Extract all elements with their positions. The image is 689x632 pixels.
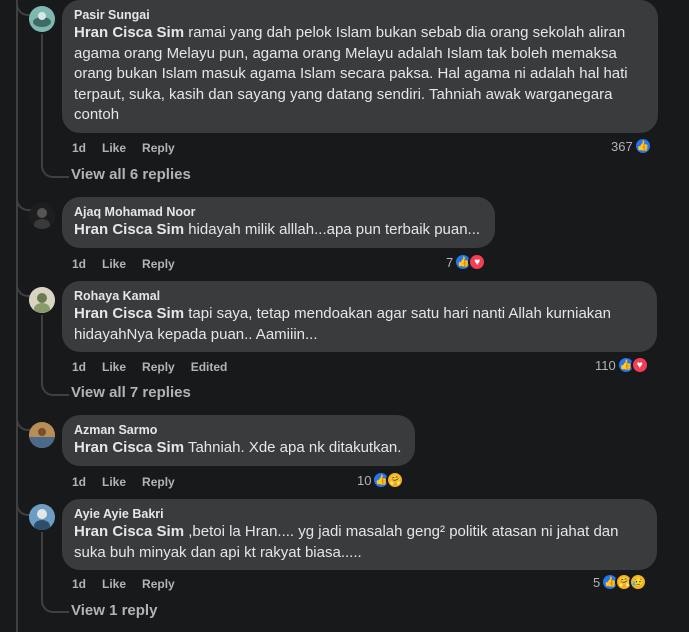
reaction-count: 5 bbox=[593, 574, 601, 590]
comment-time[interactable]: 1d bbox=[72, 359, 86, 375]
view-replies-link[interactable]: View all 6 replies bbox=[71, 165, 191, 185]
comment-bubble: Rohaya Kamal Hran Cisca Sim tapi saya, t… bbox=[62, 281, 657, 352]
like-button[interactable]: Like bbox=[102, 474, 126, 490]
reply-thread-line bbox=[41, 532, 43, 598]
love-reaction-icon: ♥ bbox=[468, 253, 487, 271]
reply-button[interactable]: Reply bbox=[142, 474, 175, 490]
love-reaction-icon: ♥ bbox=[630, 356, 649, 374]
reply-thread-line bbox=[41, 315, 43, 381]
comment-time[interactable]: 1d bbox=[72, 576, 86, 592]
reply-thread-curve bbox=[41, 380, 69, 396]
comment-bubble: Ayie Ayie Bakri Hran Cisca Sim ,betoi la… bbox=[62, 499, 657, 570]
reaction-count: 110 bbox=[595, 357, 616, 373]
avatar[interactable] bbox=[29, 422, 55, 448]
like-button[interactable]: Like bbox=[102, 359, 126, 375]
avatar-image bbox=[29, 504, 55, 530]
comment-body: Tahniah. Xde apa nk ditakutkan. bbox=[184, 439, 402, 456]
avatar[interactable] bbox=[29, 203, 55, 229]
care-reaction-icon: 🤗 bbox=[386, 471, 405, 489]
reply-button[interactable]: Reply bbox=[142, 256, 175, 272]
reaction-summary[interactable]: 10 👍 🤗 bbox=[357, 471, 405, 489]
reply-button[interactable]: Reply bbox=[142, 576, 175, 592]
mention-tag[interactable]: Hran Cisca Sim bbox=[74, 305, 184, 322]
comment-time[interactable]: 1d bbox=[72, 140, 86, 156]
comment-actions: 1d Like Reply bbox=[72, 576, 191, 592]
reply-thread-curve bbox=[41, 597, 69, 613]
comment-author[interactable]: Pasir Sungai bbox=[74, 7, 646, 23]
reaction-count: 7 bbox=[446, 254, 454, 270]
reaction-summary[interactable]: 367 👍 bbox=[611, 137, 652, 155]
avatar-image bbox=[29, 287, 55, 313]
sad-reaction-icon: 😥 bbox=[629, 573, 648, 591]
comment-bubble: Ajaq Mohamad Noor Hran Cisca Sim hidayah… bbox=[62, 197, 495, 248]
reaction-summary[interactable]: 7 👍 ♥ bbox=[446, 253, 487, 271]
like-button[interactable]: Like bbox=[102, 256, 126, 272]
avatar[interactable] bbox=[29, 504, 55, 530]
comment-author[interactable]: Rohaya Kamal bbox=[74, 288, 645, 304]
comment-author[interactable]: Azman Sarmo bbox=[74, 422, 403, 438]
comment-actions: 1d Like Reply Edited bbox=[72, 359, 243, 375]
comment-author[interactable]: Ayie Ayie Bakri bbox=[74, 506, 645, 522]
thread-line bbox=[16, 0, 18, 632]
view-replies-link[interactable]: View all 7 replies bbox=[71, 383, 191, 403]
reply-button[interactable]: Reply bbox=[142, 359, 175, 375]
comment-text: Hran Cisca Sim tapi saya, tetap mendoaka… bbox=[74, 304, 645, 345]
reply-thread-line bbox=[41, 34, 43, 168]
comment-text: Hran Cisca Sim ,betoi la Hran.... yg jad… bbox=[74, 522, 645, 563]
like-button[interactable]: Like bbox=[102, 576, 126, 592]
mention-tag[interactable]: Hran Cisca Sim bbox=[74, 24, 184, 41]
comment-time[interactable]: 1d bbox=[72, 474, 86, 490]
comment-body: hidayah milik alllah...apa pun terbaik p… bbox=[184, 221, 481, 238]
comment-actions: 1d Like Reply bbox=[72, 140, 191, 156]
comment-time[interactable]: 1d bbox=[72, 256, 86, 272]
mention-tag[interactable]: Hran Cisca Sim bbox=[74, 523, 184, 540]
comment-text: Hran Cisca Sim hidayah milik alllah...ap… bbox=[74, 220, 483, 241]
mention-tag[interactable]: Hran Cisca Sim bbox=[74, 221, 184, 238]
edited-label: Edited bbox=[190, 360, 228, 374]
like-button[interactable]: Like bbox=[102, 140, 126, 156]
reaction-summary[interactable]: 110 👍 ♥ bbox=[595, 356, 649, 374]
comment-author[interactable]: Ajaq Mohamad Noor bbox=[74, 204, 483, 220]
reply-thread-curve bbox=[41, 162, 69, 178]
reaction-count: 10 bbox=[357, 472, 372, 488]
avatar[interactable] bbox=[29, 6, 55, 32]
comment-bubble: Pasir Sungai Hran Cisca Sim ramai yang d… bbox=[62, 0, 658, 133]
avatar[interactable] bbox=[29, 287, 55, 313]
reaction-count: 367 bbox=[611, 138, 633, 154]
comment-bubble: Azman Sarmo Hran Cisca Sim Tahniah. Xde … bbox=[62, 415, 415, 466]
comment-actions: 1d Like Reply bbox=[72, 256, 191, 272]
reply-button[interactable]: Reply bbox=[142, 140, 175, 156]
comment-actions: 1d Like Reply bbox=[72, 474, 191, 490]
like-reaction-icon: 👍 bbox=[633, 137, 652, 155]
comment-text: Hran Cisca Sim Tahniah. Xde apa nk ditak… bbox=[74, 438, 403, 459]
avatar-image bbox=[29, 203, 55, 229]
mention-tag[interactable]: Hran Cisca Sim bbox=[74, 439, 184, 456]
view-replies-link[interactable]: View 1 reply bbox=[71, 601, 157, 621]
comment-text: Hran Cisca Sim ramai yang dah pelok Isla… bbox=[74, 23, 646, 126]
reaction-summary[interactable]: 5 👍 🤗 😥 bbox=[593, 573, 648, 591]
avatar-image bbox=[29, 6, 55, 32]
avatar-image bbox=[29, 422, 55, 448]
